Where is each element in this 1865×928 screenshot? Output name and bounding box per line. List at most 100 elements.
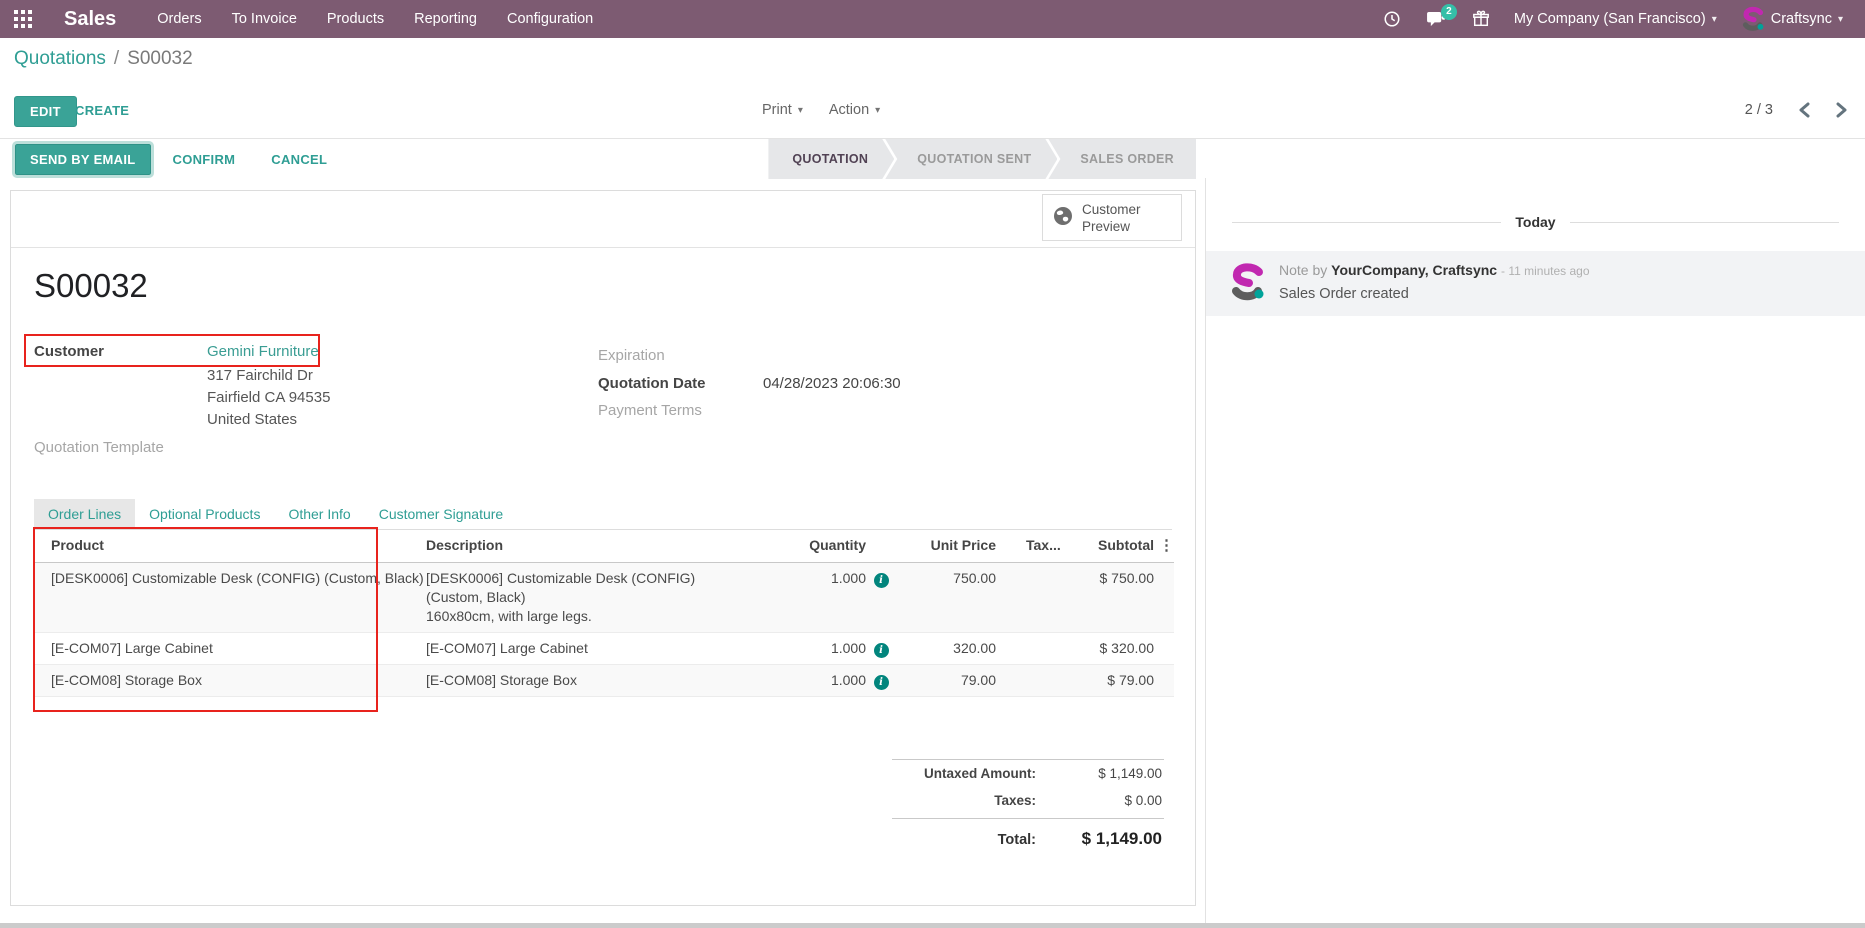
apps-grid-icon[interactable] (0, 10, 46, 28)
print-dropdown[interactable]: Print ▾ (762, 102, 803, 118)
customer-field-label: Customer (34, 343, 105, 360)
day-divider: Today (1232, 214, 1840, 230)
expiration-label: Expiration (598, 347, 665, 364)
header-unit-price: Unit Price (930, 537, 996, 553)
cell-unit-price: 750.00 (953, 570, 996, 586)
quotation-date-value: 04/28/2023 20:06:30 (763, 375, 901, 392)
chevron-down-icon: ▾ (1711, 13, 1717, 25)
menu-products[interactable]: Products (312, 0, 399, 38)
user-avatar (1739, 6, 1765, 32)
action-dropdown[interactable]: Action ▾ (829, 102, 880, 118)
header-quantity: Quantity (809, 537, 866, 553)
message-count-badge: 2 (1440, 3, 1457, 20)
cell-quantity: 1.000 (830, 672, 866, 688)
edit-button[interactable]: EDIT (14, 96, 77, 127)
order-title: S00032 (34, 267, 148, 304)
breadcrumb-quotations[interactable]: Quotations (14, 48, 106, 70)
table-row[interactable]: [E-COM07] Large Cabinet [E-COM07] Large … (34, 633, 1174, 665)
tab-other-info[interactable]: Other Info (274, 499, 364, 529)
tab-customer-signature[interactable]: Customer Signature (365, 499, 518, 529)
chevron-down-icon: ▾ (1837, 13, 1843, 25)
customer-field-value[interactable]: Gemini Furniture (207, 343, 319, 360)
breadcrumb: Quotations / S00032 (0, 38, 1865, 80)
pager-previous-icon[interactable] (1799, 102, 1810, 118)
payment-terms-label: Payment Terms (598, 402, 702, 419)
messages-icon[interactable]: 2 (1419, 3, 1457, 28)
chevron-down-icon: ▾ (797, 104, 803, 116)
breadcrumb-current: S00032 (127, 48, 193, 69)
menu-orders[interactable]: Orders (142, 0, 216, 38)
totals-block: Untaxed Amount: $ 1,149.00 Taxes: $ 0.00… (892, 759, 1164, 855)
message-header: Note by YourCompany, Craftsync - 11 minu… (1279, 262, 1590, 278)
sheet-button-box: Customer Preview (11, 191, 1195, 248)
cell-product: [E-COM07] Large Cabinet (51, 640, 213, 656)
order-lines-table: Product Description Quantity Unit Price … (34, 530, 1174, 697)
app-name[interactable]: Sales (64, 8, 116, 31)
order-lines-header: Product Description Quantity Unit Price … (34, 530, 1174, 563)
form-sheet: Customer Preview S00032 Customer Gemini … (10, 190, 1196, 906)
address-street: 317 Fairchild Dr (207, 367, 313, 384)
message-timestamp: - 11 minutes ago (1501, 264, 1590, 278)
menu-to-invoice[interactable]: To Invoice (217, 0, 312, 38)
total-row: Total: $ 1,149.00 (892, 818, 1164, 855)
company-switcher[interactable]: My Company (San Francisco) ▾ (1508, 11, 1723, 27)
control-panel: EDIT CREATE Print ▾ Action ▾ 2 / 3 (0, 80, 1865, 138)
info-icon[interactable]: i (873, 643, 889, 658)
table-row[interactable]: [DESK0006] Customizable Desk (CONFIG) (C… (34, 563, 1174, 633)
address-country: United States (207, 411, 298, 428)
send-by-email-button[interactable]: SEND BY EMAIL (12, 140, 154, 178)
tab-optional-products[interactable]: Optional Products (135, 499, 274, 529)
state-quotation-sent[interactable]: QUOTATION SENT (885, 139, 1057, 179)
menu-reporting[interactable]: Reporting (399, 0, 492, 38)
cell-product: [E-COM08] Storage Box (51, 672, 202, 688)
info-icon[interactable]: i (873, 675, 889, 690)
cancel-button[interactable]: CANCEL (257, 145, 341, 174)
header-subtotal: Subtotal (1098, 537, 1154, 553)
notebook-tabs: Order Lines Optional Products Other Info… (34, 499, 1172, 530)
cell-unit-price: 320.00 (953, 640, 996, 656)
pager-count: 2 / 3 (1744, 102, 1773, 118)
create-button[interactable]: CREATE (75, 103, 129, 118)
cell-subtotal: $ 320.00 (1099, 640, 1155, 656)
untaxed-amount-row: Untaxed Amount: $ 1,149.00 (924, 766, 1162, 781)
day-divider-label: Today (1515, 214, 1556, 230)
state-quotation[interactable]: QUOTATION (768, 139, 894, 179)
user-menu[interactable]: Craftsync ▾ (1733, 6, 1849, 32)
cell-product: [DESK0006] Customizable Desk (CONFIG) (C… (51, 570, 424, 586)
cell-description: [E-COM08] Storage Box (426, 672, 577, 688)
message-author[interactable]: YourCompany, Craftsync (1331, 262, 1497, 278)
info-icon[interactable]: i (873, 573, 889, 588)
table-row[interactable]: [E-COM08] Storage Box [E-COM08] Storage … (34, 665, 1174, 697)
chatter-message: Note by YourCompany, Craftsync - 11 minu… (1206, 251, 1865, 316)
header-product: Product (51, 537, 104, 553)
breadcrumb-separator: / (113, 48, 120, 69)
customer-preview-button[interactable]: Customer Preview (1042, 194, 1182, 241)
cell-quantity: 1.000 (830, 570, 866, 586)
table-options-icon[interactable]: ⋮ (1159, 537, 1174, 554)
address-city: Fairfield CA 94535 (207, 389, 331, 406)
taxes-row: Taxes: $ 0.00 (994, 793, 1162, 808)
state-sales-order[interactable]: SALES ORDER (1048, 139, 1196, 179)
header-description: Description (426, 537, 504, 553)
header-tax: Tax... (1026, 537, 1061, 553)
tab-order-lines[interactable]: Order Lines (34, 499, 136, 529)
activities-clock-icon[interactable] (1375, 10, 1409, 28)
cell-subtotal: $ 79.00 (1107, 672, 1154, 688)
menu-configuration[interactable]: Configuration (492, 0, 608, 38)
chatter-panel: Send message Log note Schedule activity … (1205, 138, 1865, 928)
confirm-button[interactable]: CONFIRM (159, 145, 250, 174)
quotation-template-label: Quotation Template (34, 439, 164, 456)
pager: 2 / 3 (1745, 102, 1847, 118)
cell-quantity: 1.000 (830, 640, 866, 656)
cell-description: [DESK0006] Customizable Desk (CONFIG) (C… (426, 570, 696, 624)
cell-unit-price: 79.00 (960, 672, 996, 688)
globe-icon (1053, 206, 1073, 230)
cell-subtotal: $ 750.00 (1099, 570, 1155, 586)
chevron-down-icon: ▾ (875, 104, 881, 116)
statusbar: QUOTATION QUOTATION SENT SALES ORDER (768, 139, 1196, 179)
pager-next-icon[interactable] (1836, 102, 1847, 118)
quotation-date-label: Quotation Date (598, 375, 706, 392)
message-body: Sales Order created (1279, 286, 1409, 302)
gift-icon[interactable] (1464, 10, 1498, 28)
order-lines-body: [DESK0006] Customizable Desk (CONFIG) (C… (34, 563, 1174, 697)
